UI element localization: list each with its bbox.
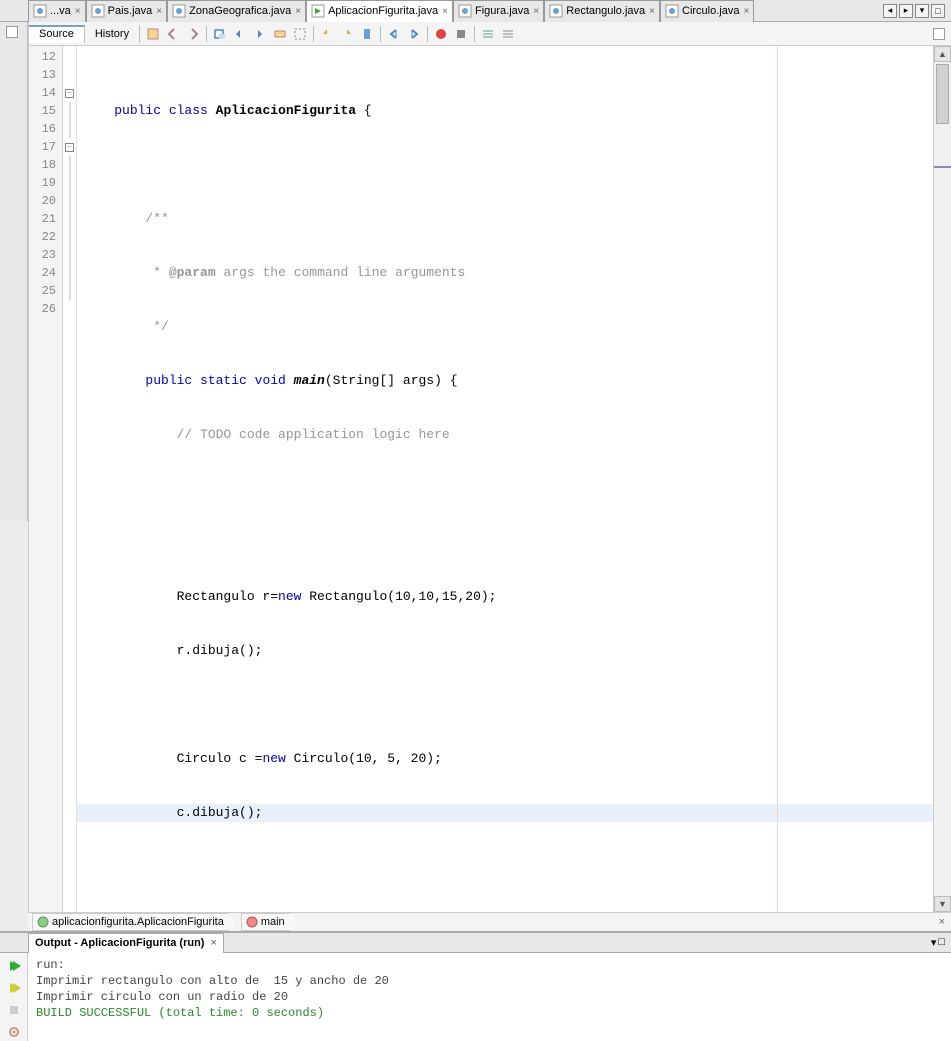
file-tab[interactable]: Circulo.java × (660, 0, 754, 22)
code-content[interactable]: public class AplicacionFigurita { /** * … (77, 46, 933, 912)
find-selection-icon[interactable] (211, 25, 229, 43)
java-class-icon (91, 4, 105, 18)
java-main-icon (311, 4, 325, 18)
find-next-icon[interactable] (251, 25, 269, 43)
breadcrumb-close-button[interactable]: × (939, 916, 945, 928)
error-strip-mark[interactable] (934, 166, 951, 168)
fold-toggle[interactable]: − (63, 138, 76, 156)
java-class-icon (33, 4, 47, 18)
breadcrumb-method[interactable]: main (241, 913, 298, 931)
file-tab-label: Figura.java (475, 5, 529, 17)
left-dock-gutter (0, 0, 28, 521)
output-line: BUILD SUCCESSFUL (total time: 0 seconds) (36, 1005, 943, 1021)
next-bookmark-icon[interactable] (338, 25, 356, 43)
line-number-gutter: 121314151617181920212223242526 (29, 46, 63, 912)
tab-scroll-left-button[interactable]: ◂ (883, 4, 897, 18)
toggle-bookmark-icon[interactable] (358, 25, 376, 43)
toggle-rect-select-icon[interactable] (291, 25, 309, 43)
close-tab-icon[interactable]: × (75, 6, 81, 17)
output-dropdown-button[interactable]: ▾ (931, 936, 937, 949)
output-line: Imprimir circulo con un radio de 20 (36, 989, 943, 1005)
class-icon (37, 916, 49, 928)
output-minimize-button[interactable]: □ (938, 936, 945, 949)
file-tab-label: ZonaGeografica.java (189, 5, 291, 17)
file-tab[interactable]: Pais.java× (86, 0, 167, 22)
find-prev-icon[interactable] (231, 25, 249, 43)
file-tab[interactable]: Rectangulo.java × (544, 0, 660, 22)
tab-dropdown-button[interactable]: ▾ (915, 4, 929, 18)
settings-icon[interactable] (5, 1023, 23, 1041)
close-tab-icon[interactable]: × (295, 6, 301, 17)
comment-icon[interactable] (479, 25, 497, 43)
java-class-icon (172, 4, 186, 18)
file-tabs-bar: ...va×Pais.java×ZonaGeografica.java×Apli… (0, 0, 951, 22)
output-tab-title: Output - AplicacionFigurita (run) (35, 937, 204, 949)
maximize-editor-button[interactable]: □ (931, 4, 945, 18)
file-tab[interactable]: Figura.java × (453, 0, 544, 22)
breadcrumb-class[interactable]: aplicacionfigurita.AplicacionFigurita (32, 913, 237, 931)
toggle-highlight-icon[interactable] (271, 25, 289, 43)
breadcrumb-label: aplicacionfigurita.AplicacionFigurita (52, 916, 224, 928)
breadcrumb-bar: aplicacionfigurita.AplicacionFigurita ma… (28, 912, 951, 931)
output-line: Imprimir rectangulo con alto de 15 y anc… (36, 973, 943, 989)
close-tab-icon[interactable]: × (743, 6, 749, 17)
scroll-up-arrow[interactable]: ▲ (934, 46, 951, 62)
toolbar-separator (474, 26, 475, 42)
close-tab-icon[interactable]: × (649, 6, 655, 17)
file-tab[interactable]: AplicacionFigurita.java × (306, 0, 453, 22)
close-icon[interactable]: × (210, 937, 216, 949)
editor-toolbar: Source History (29, 22, 951, 46)
java-class-icon (458, 4, 472, 18)
file-tab[interactable]: ZonaGeografica.java × (167, 0, 306, 22)
stop-macro-icon[interactable] (452, 25, 470, 43)
stop-icon[interactable] (5, 1001, 23, 1019)
toolbar-separator (427, 26, 428, 42)
output-tab-bar: Output - AplicacionFigurita (run) × ▾ □ (0, 933, 951, 953)
back-icon[interactable] (164, 25, 182, 43)
code-editor[interactable]: 121314151617181920212223242526 −− public… (29, 46, 951, 912)
fold-gutter[interactable]: −− (63, 46, 77, 912)
forward-icon[interactable] (184, 25, 202, 43)
last-edit-icon[interactable] (144, 25, 162, 43)
breadcrumb-label: main (261, 916, 285, 928)
start-macro-icon[interactable] (432, 25, 450, 43)
close-tab-icon[interactable]: × (533, 6, 539, 17)
file-tab-label: Circulo.java (682, 5, 739, 17)
output-tab[interactable]: Output - AplicacionFigurita (run) × (28, 933, 224, 953)
file-tab-label: Rectangulo.java (566, 5, 645, 17)
scroll-down-arrow[interactable]: ▼ (934, 896, 951, 912)
fold-toggle[interactable]: − (63, 84, 76, 102)
output-text[interactable]: run:Imprimir rectangulo con alto de 15 y… (28, 953, 951, 1041)
output-side-toolbar (0, 953, 28, 1041)
rerun-icon[interactable] (5, 957, 23, 975)
file-tab-label: ...va (50, 5, 71, 17)
close-tab-icon[interactable]: × (156, 6, 162, 17)
source-view-tab[interactable]: Source (29, 25, 85, 43)
file-tab-label: Pais.java (108, 5, 153, 17)
toolbar-separator (206, 26, 207, 42)
output-line: run: (36, 957, 943, 973)
right-margin-line (777, 46, 778, 912)
vertical-scrollbar[interactable]: ▲ ▼ (933, 46, 951, 912)
editor-options-button[interactable] (933, 28, 945, 40)
toolbar-separator (313, 26, 314, 42)
scroll-thumb[interactable] (936, 64, 949, 124)
file-tab-label: AplicacionFigurita.java (328, 5, 438, 17)
prev-bookmark-icon[interactable] (318, 25, 336, 43)
tab-scroll-right-button[interactable]: ▸ (899, 4, 913, 18)
shift-right-icon[interactable] (405, 25, 423, 43)
rerun-alt-icon[interactable] (5, 979, 23, 997)
tabs-right-controls: ◂ ▸ ▾ □ (883, 4, 951, 18)
uncomment-icon[interactable] (499, 25, 517, 43)
history-view-tab[interactable]: History (85, 25, 140, 43)
shift-left-icon[interactable] (385, 25, 403, 43)
output-panel: Output - AplicacionFigurita (run) × ▾ □ … (0, 933, 951, 1041)
file-tab[interactable]: ...va × (28, 0, 86, 22)
java-class-icon (549, 4, 563, 18)
method-icon (246, 916, 258, 928)
java-class-icon (665, 4, 679, 18)
close-tab-icon[interactable]: × (442, 6, 448, 17)
toolbar-separator (380, 26, 381, 42)
